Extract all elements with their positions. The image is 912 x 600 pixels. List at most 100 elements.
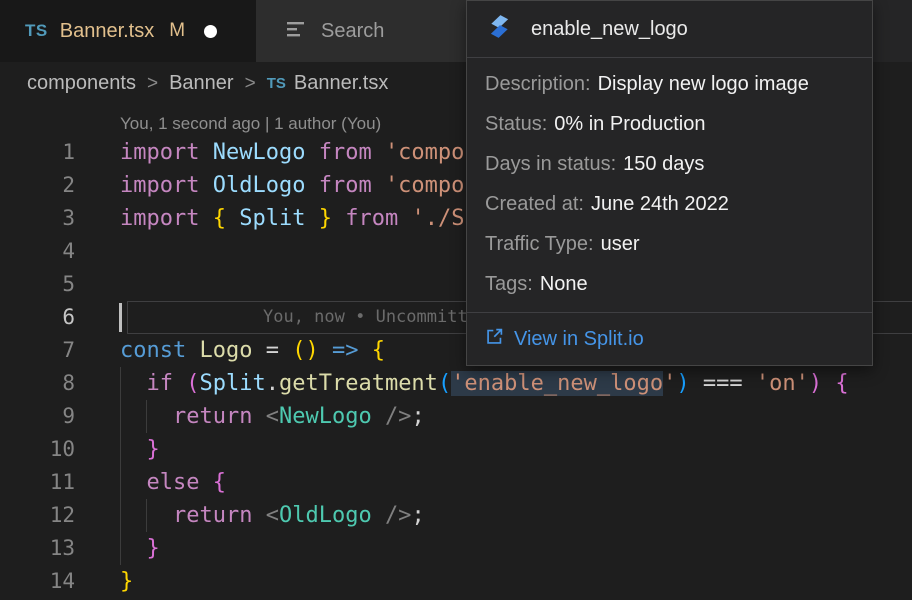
line-number[interactable]: 14 [0,565,75,598]
code-token: { [372,338,385,363]
code-token: } [147,536,160,561]
code-token [252,503,265,528]
popup-row-description: Description:Display new logo image [485,64,854,104]
code-line-9[interactable]: 9 return <NewLogo />; [0,400,912,433]
code-token [199,470,212,495]
line-number[interactable]: 7 [0,334,75,367]
code-line-content: return <NewLogo />; [120,400,425,433]
code-token [199,206,212,231]
line-number[interactable]: 6 [0,301,75,334]
code-token: /> [385,404,412,429]
code-token: < [266,503,279,528]
code-token: . [266,371,279,396]
line-number[interactable]: 4 [0,235,75,268]
code-token [120,437,147,462]
popup-row-status: Status: 0% in Production [485,104,854,144]
tab-banner-tsx[interactable]: TS Banner.tsx M [0,0,256,62]
code-token [305,206,318,231]
view-in-splitio-link[interactable]: View in Split.io [485,327,644,352]
row-value: Display new logo image [598,73,809,95]
line-number[interactable]: 12 [0,499,75,532]
code-token [372,503,385,528]
tab-title: Banner.tsx [60,20,155,43]
row-value: None [540,273,588,295]
code-token [226,206,239,231]
code-token: return [173,503,252,528]
line-number[interactable]: 9 [0,400,75,433]
code-token: getTreatment [279,371,438,396]
code-token [305,173,318,198]
code-token [173,371,186,396]
breadcrumb-item-components[interactable]: components [27,72,136,95]
split-logo-icon [485,12,514,46]
code-token: else [147,470,200,495]
row-value: user [601,233,640,255]
line-number[interactable]: 11 [0,466,75,499]
code-token [120,404,173,429]
row-value: 0% in Production [554,113,705,135]
code-token [372,404,385,429]
line-number[interactable]: 13 [0,532,75,565]
code-token [305,140,318,165]
code-token: { [835,371,848,396]
code-token [199,140,212,165]
code-token [319,338,332,363]
row-value: June 24th 2022 [591,193,729,215]
code-token [690,371,703,396]
unsaved-changes-dot[interactable] [204,25,217,38]
feature-flag-hover-popup: enable_new_logo Description:Display new … [466,0,873,366]
code-token: OldLogo [213,173,306,198]
code-token: NewLogo [279,404,372,429]
code-line-content: } [120,565,133,598]
code-token: => [332,338,359,363]
line-number[interactable]: 5 [0,268,75,301]
code-token [358,338,371,363]
row-label: Status: [485,113,547,135]
line-number[interactable]: 2 [0,169,75,202]
line-number[interactable]: 8 [0,367,75,400]
code-token [120,503,173,528]
code-line-13[interactable]: 13 } [0,532,912,565]
row-label: Tags: [485,273,533,295]
code-token: const [120,338,186,363]
code-line-8[interactable]: 8 if (Split.getTreatment('enable_new_log… [0,367,912,400]
code-token: ) [305,338,318,363]
line-number[interactable]: 3 [0,202,75,235]
code-token: /> [385,503,412,528]
code-token: import [120,173,199,198]
code-token: 'compo [385,173,464,198]
code-token [120,536,147,561]
code-line-14[interactable]: 14} [0,565,912,598]
code-token [279,338,292,363]
popup-header: enable_new_logo [467,1,872,58]
code-token [186,338,199,363]
flag-name-title: enable_new_logo [531,18,688,41]
code-line-content: import OldLogo from 'compo [120,169,464,202]
breadcrumb-item-banner[interactable]: Banner [169,72,234,95]
code-token: OldLogo [279,503,372,528]
inline-blame-annotation: You, now • Uncommitt [263,301,468,334]
code-token: ) [676,371,689,396]
line-number[interactable]: 10 [0,433,75,466]
code-token [120,470,147,495]
code-token: { [213,206,226,231]
code-token: from [319,173,372,198]
popup-row-created-at: Created at:June 24th 2022 [485,184,854,224]
line-number[interactable]: 1 [0,136,75,169]
code-line-12[interactable]: 12 return <OldLogo />; [0,499,912,532]
code-token [743,371,756,396]
code-line-10[interactable]: 10 } [0,433,912,466]
code-token: { [213,470,226,495]
codelens-blame-summary[interactable]: You, 1 second ago | 1 author (You) [120,114,381,134]
row-value: 150 days [623,153,704,175]
flag-name-token: 'enable_new_logo [451,371,663,396]
typescript-icon: TS [25,21,48,41]
code-token: Logo [199,338,252,363]
code-line-content: else { [120,466,226,499]
code-token: ; [411,404,424,429]
code-line-11[interactable]: 11 else { [0,466,912,499]
search-editor-icon [287,19,308,44]
code-line-content: } [120,433,160,466]
code-token: } [120,569,133,594]
breadcrumb-item-file[interactable]: Banner.tsx [294,72,389,95]
